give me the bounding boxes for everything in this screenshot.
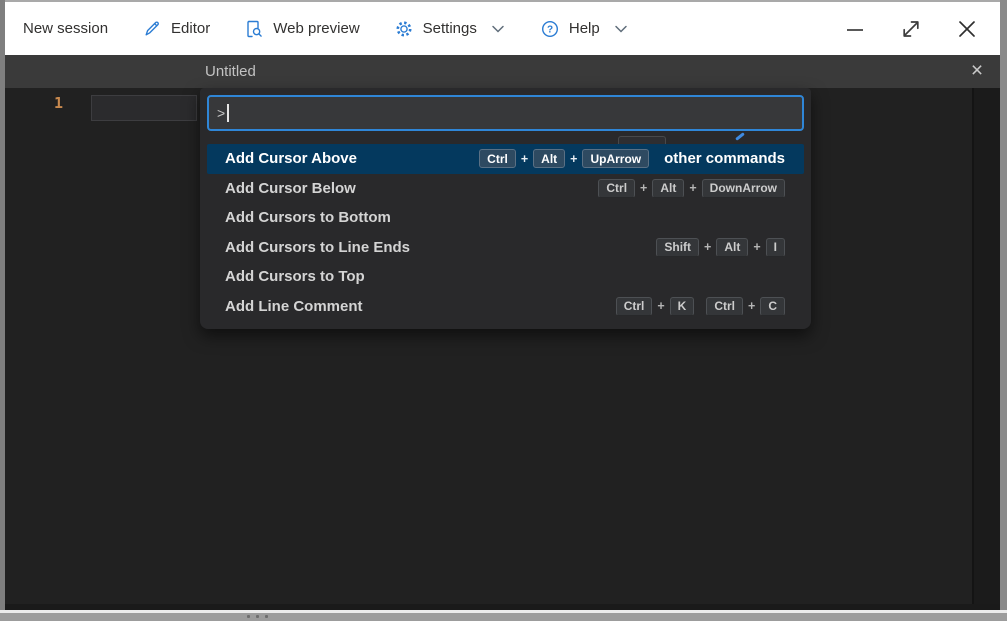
window-border-left (0, 0, 5, 621)
command-label: Add Cursors to Top (225, 268, 365, 286)
minimize-button[interactable] (842, 16, 868, 42)
command-list: Add Cursor Above Ctrl + Alt + UpArrow other co… (207, 144, 804, 321)
window-border-right (1000, 0, 1007, 621)
command-palette: > Add Cursor Above Ctrl + Alt + UpArrow other … (200, 88, 811, 329)
keybinding-separator: + (657, 299, 665, 314)
command-row[interactable]: Add Cursors to Bottom (207, 203, 804, 233)
app-window: New session Editor Web preview Settings … (0, 0, 1007, 621)
title-bar: New session Editor Web preview Settings … (5, 2, 1000, 55)
help-label: Help (568, 20, 600, 37)
chevron-down-icon (490, 21, 506, 37)
editor-button[interactable]: Editor (132, 13, 220, 45)
web-preview-label: Web preview (273, 20, 360, 37)
command-row[interactable]: Add Cursor Above Ctrl + Alt + UpArrow other co… (207, 144, 804, 174)
keybinding-chip: Ctrl (706, 296, 744, 316)
new-session-label: New session (23, 20, 109, 37)
keybinding-chip: Alt (716, 237, 749, 257)
grip-dot (256, 615, 259, 618)
command-label: Add Cursor Below (225, 179, 356, 197)
command-row[interactable]: Add Line Comment Ctrl + K Ctrl + C (207, 292, 804, 322)
keybinding-separator: + (640, 181, 648, 196)
web-preview-button[interactable]: Web preview (234, 13, 369, 45)
window-border-top (0, 0, 1007, 2)
keybinding-separator: + (704, 240, 712, 255)
keybinding-separator: + (570, 151, 578, 166)
keybinding-group: Ctrl + K Ctrl + C (615, 296, 785, 316)
keybinding-group: Shift + Alt + I (656, 237, 785, 257)
keybinding-chip: Ctrl (479, 149, 516, 169)
keybinding-chip: Ctrl (598, 178, 636, 198)
keybinding-chip: Ctrl (615, 296, 653, 316)
keybinding-chip: UpArrow (582, 149, 650, 169)
palette-gap (207, 131, 804, 144)
keybinding-group: Ctrl + Alt + UpArrow other commands (479, 149, 785, 169)
keybinding-chip: I (765, 237, 785, 257)
new-session-button[interactable]: New session (13, 14, 118, 43)
tab-close-icon[interactable]: × (964, 58, 990, 84)
tab-untitled[interactable]: Untitled (205, 63, 256, 80)
keybinding-chip: Alt (652, 178, 685, 198)
grip-dot (247, 615, 250, 618)
help-circle-icon: ? (540, 19, 560, 39)
keybinding-separator: + (753, 240, 761, 255)
current-line-highlight (91, 95, 197, 121)
text-caret (227, 104, 229, 122)
command-label: Add Line Comment (225, 297, 363, 315)
command-row[interactable]: Add Cursors to Line Ends Shift + Alt + I (207, 233, 804, 263)
tab-bar: Untitled × (5, 55, 1000, 88)
chevron-down-icon (613, 21, 629, 37)
settings-button[interactable]: Settings (384, 13, 516, 45)
keybinding-group: Ctrl + Alt + DownArrow (598, 178, 785, 198)
command-row[interactable]: Add Cursors to Top (207, 262, 804, 292)
keybinding-separator: + (748, 299, 756, 314)
close-window-button[interactable] (954, 16, 980, 42)
command-row[interactable]: Add Cursor Below Ctrl + Alt + DownArrow (207, 174, 804, 204)
command-input[interactable]: > (207, 95, 804, 131)
editor-scrollbar[interactable] (972, 88, 1000, 604)
editor-label: Editor (171, 20, 211, 37)
document-search-icon (244, 19, 264, 39)
resize-button[interactable] (898, 16, 924, 42)
resize-diagonal-icon (903, 20, 919, 37)
window-controls (842, 16, 1000, 42)
keybinding-separator: + (689, 181, 697, 196)
command-input-value: > (217, 105, 226, 121)
close-icon (959, 20, 975, 37)
gear-icon (394, 19, 414, 39)
keybinding-chip: Alt (533, 149, 566, 169)
pencil-icon (142, 19, 162, 39)
line-number: 1 (53, 94, 63, 112)
clipped-blue-glyph (735, 132, 745, 141)
keybinding-chip: K (669, 296, 695, 316)
command-label: Add Cursor Above (225, 150, 357, 168)
keybinding-chip: Shift (656, 237, 700, 257)
grip-dot (265, 615, 268, 618)
help-button[interactable]: ? Help (530, 13, 639, 45)
keybinding-chip: DownArrow (701, 178, 785, 198)
window-resize-bar[interactable] (0, 613, 1007, 621)
minimize-icon (847, 28, 863, 31)
svg-text:?: ? (547, 24, 553, 35)
clipped-keybinding-chip (618, 136, 666, 144)
command-label: Add Cursors to Bottom (225, 209, 391, 227)
overlay-artifact-text: other commands (664, 150, 785, 168)
command-label: Add Cursors to Line Ends (225, 238, 411, 256)
keybinding-separator: + (520, 151, 529, 166)
keybinding-chip: C (760, 296, 785, 316)
settings-label: Settings (422, 20, 477, 37)
